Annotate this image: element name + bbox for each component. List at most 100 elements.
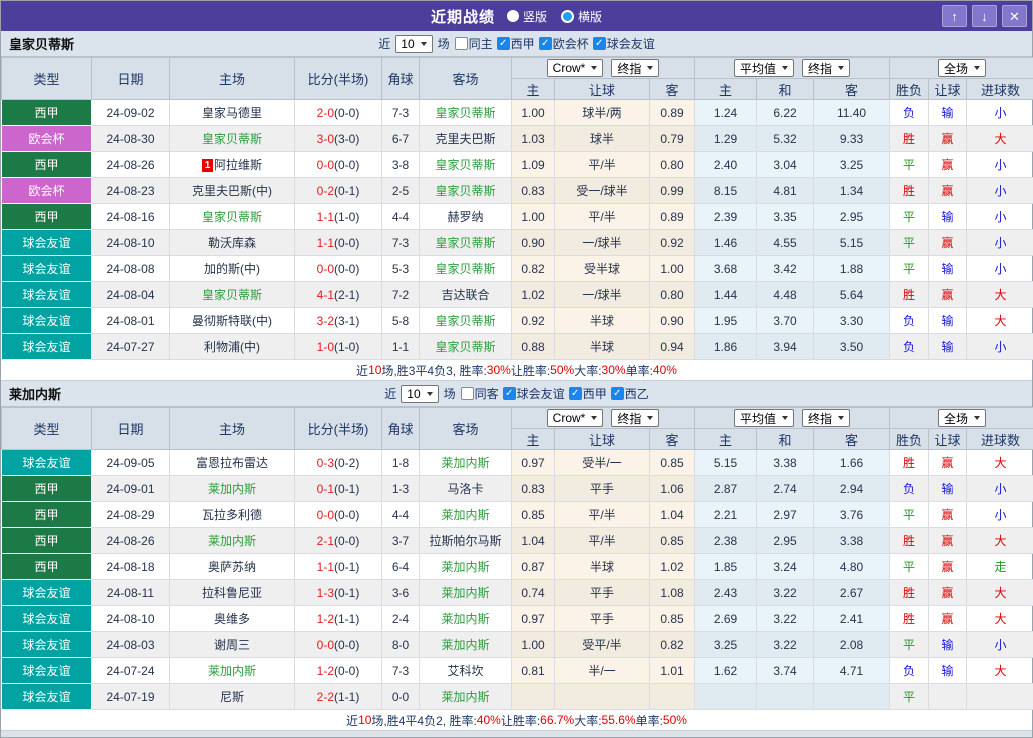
panel-title: 近期战绩: [431, 6, 495, 27]
avg-odds-away: 5.15: [814, 230, 890, 256]
subcol-avg-home: 主: [695, 429, 757, 450]
unchecked-checkbox-icon: [455, 37, 468, 50]
final-odds-select[interactable]: 终指: [611, 59, 659, 77]
result-goals: 走: [967, 554, 1033, 580]
league-type-cell: 球会友谊: [2, 308, 92, 334]
result-let: 赢: [929, 580, 967, 606]
home-team: 莱加内斯: [170, 528, 295, 554]
halftime-score: (0-1): [334, 560, 359, 574]
home-team-name: 莱加内斯: [208, 534, 256, 548]
result-wdl: 平: [890, 632, 929, 658]
avg-odds-away: 2.95: [814, 204, 890, 230]
halftime-score: (2-1): [334, 288, 359, 302]
move-down-button[interactable]: ↓: [972, 5, 997, 27]
avg-odds-draw: 3.24: [757, 554, 814, 580]
corner-score: 4-4: [382, 204, 420, 230]
home-team: 皇家贝蒂斯: [170, 126, 295, 152]
col-corner: 角球: [382, 408, 420, 450]
avg-odds-home: 2.39: [695, 204, 757, 230]
summary-segment: 让胜率:: [511, 362, 550, 379]
home-team-name: 克里夫巴斯(中): [192, 184, 272, 198]
league-checkbox[interactable]: ✓球会友谊: [503, 385, 565, 402]
league-checkbox[interactable]: ✓球会友谊: [593, 35, 655, 52]
halftime-score: (0-0): [334, 534, 359, 548]
same-venue-checkbox[interactable]: 同主: [455, 35, 493, 52]
checkbox-label: 欧会杯: [553, 35, 589, 52]
corner-score: 0-0: [382, 684, 420, 710]
match-date: 24-08-26: [92, 152, 170, 178]
team-section: 皇家贝蒂斯 近 10 场 同主✓西甲✓欧会杯✓球会友谊 类型 日期: [1, 31, 1032, 381]
near-label: 近: [378, 35, 390, 52]
avg-odds-away: 4.80: [814, 554, 890, 580]
score-cell: 1-3(0-1): [295, 580, 382, 606]
avg-odds-draw: 4.55: [757, 230, 814, 256]
radio-vertical-layout[interactable]: 竖版: [507, 8, 547, 25]
avg-odds-home: 2.21: [695, 502, 757, 528]
let-line: 球半: [555, 126, 650, 152]
recent-matches-table: 类型 日期 主场 比分(半场) 角球 客场 Crow* 终指 平均值 终指: [1, 407, 1033, 710]
full-match-select[interactable]: 全场: [938, 409, 986, 427]
final-average-select[interactable]: 终指: [802, 409, 850, 427]
league-type-cell: 球会友谊: [2, 256, 92, 282]
league-type-cell: 西甲: [2, 204, 92, 230]
odds-source-select[interactable]: Crow*: [547, 59, 604, 77]
summary-segment: 10: [368, 363, 381, 377]
league-type-cell: 西甲: [2, 100, 92, 126]
avg-odds-draw: 3.22: [757, 632, 814, 658]
final-average-select[interactable]: 终指: [802, 59, 850, 77]
red-card-badge: 1: [202, 159, 213, 172]
league-type-cell: 西甲: [2, 528, 92, 554]
result-let: 输: [929, 658, 967, 684]
corner-score: 5-3: [382, 256, 420, 282]
league-type-cell: 球会友谊: [2, 580, 92, 606]
match-row: 欧会杯24-08-30皇家贝蒂斯3-0(3-0)6-7克里夫巴斯1.03球半0.…: [2, 126, 1033, 152]
odds-source-select[interactable]: Crow*: [547, 409, 604, 427]
league-type-cell: 球会友谊: [2, 658, 92, 684]
same-venue-checkbox[interactable]: 同客: [461, 385, 499, 402]
halftime-score: (1-0): [334, 340, 359, 354]
halftime-score: (3-1): [334, 314, 359, 328]
full-match-select[interactable]: 全场: [938, 59, 986, 77]
close-button[interactable]: ✕: [1002, 5, 1027, 27]
col-score: 比分(半场): [295, 58, 382, 100]
result-goals: 大: [967, 528, 1033, 554]
league-checkbox[interactable]: ✓欧会杯: [539, 35, 589, 52]
team-name: 皇家贝蒂斯: [9, 34, 74, 53]
let-odds-home: 1.04: [512, 528, 555, 554]
result-wdl: 胜: [890, 528, 929, 554]
league-checkbox[interactable]: ✓西乙: [611, 385, 649, 402]
let-odds-home: 1.00: [512, 632, 555, 658]
home-team: 1阿拉维斯: [170, 152, 295, 178]
avg-odds-home: 1.62: [695, 658, 757, 684]
let-line: 平/半: [555, 204, 650, 230]
avg-odds-away: 3.30: [814, 308, 890, 334]
move-up-button[interactable]: ↑: [942, 5, 967, 27]
average-odds-select[interactable]: 平均值: [734, 59, 794, 77]
result-goals: 小: [967, 502, 1033, 528]
subcol-let-result: 让球: [929, 429, 967, 450]
result-goals: 大: [967, 282, 1033, 308]
result-wdl: 负: [890, 334, 929, 360]
away-team-name: 莱加内斯: [441, 638, 489, 652]
let-line: 平/半: [555, 152, 650, 178]
let-odds-home: 1.02: [512, 282, 555, 308]
average-odds-select[interactable]: 平均值: [734, 409, 794, 427]
let-odds-home: 1.09: [512, 152, 555, 178]
match-count-select[interactable]: 10: [395, 35, 432, 53]
let-line: 半球: [555, 308, 650, 334]
match-row: 西甲24-08-261阿拉维斯0-0(0-0)3-8皇家贝蒂斯1.09平/半0.…: [2, 152, 1033, 178]
score-cell: 1-2(0-0): [295, 658, 382, 684]
radio-horizontal-layout[interactable]: 横版: [561, 8, 602, 25]
subcol-let-home: 主: [512, 79, 555, 100]
match-date: 24-07-27: [92, 334, 170, 360]
halftime-score: (0-0): [334, 106, 359, 120]
match-date: 24-08-04: [92, 282, 170, 308]
halftime-score: (0-0): [334, 158, 359, 172]
result-let: 赢: [929, 282, 967, 308]
final-odds-select[interactable]: 终指: [611, 409, 659, 427]
league-checkbox[interactable]: ✓西甲: [569, 385, 607, 402]
col-corner: 角球: [382, 58, 420, 100]
summary-segment: 40%: [653, 363, 677, 377]
league-checkbox[interactable]: ✓西甲: [497, 35, 535, 52]
match-count-select[interactable]: 10: [401, 385, 438, 403]
